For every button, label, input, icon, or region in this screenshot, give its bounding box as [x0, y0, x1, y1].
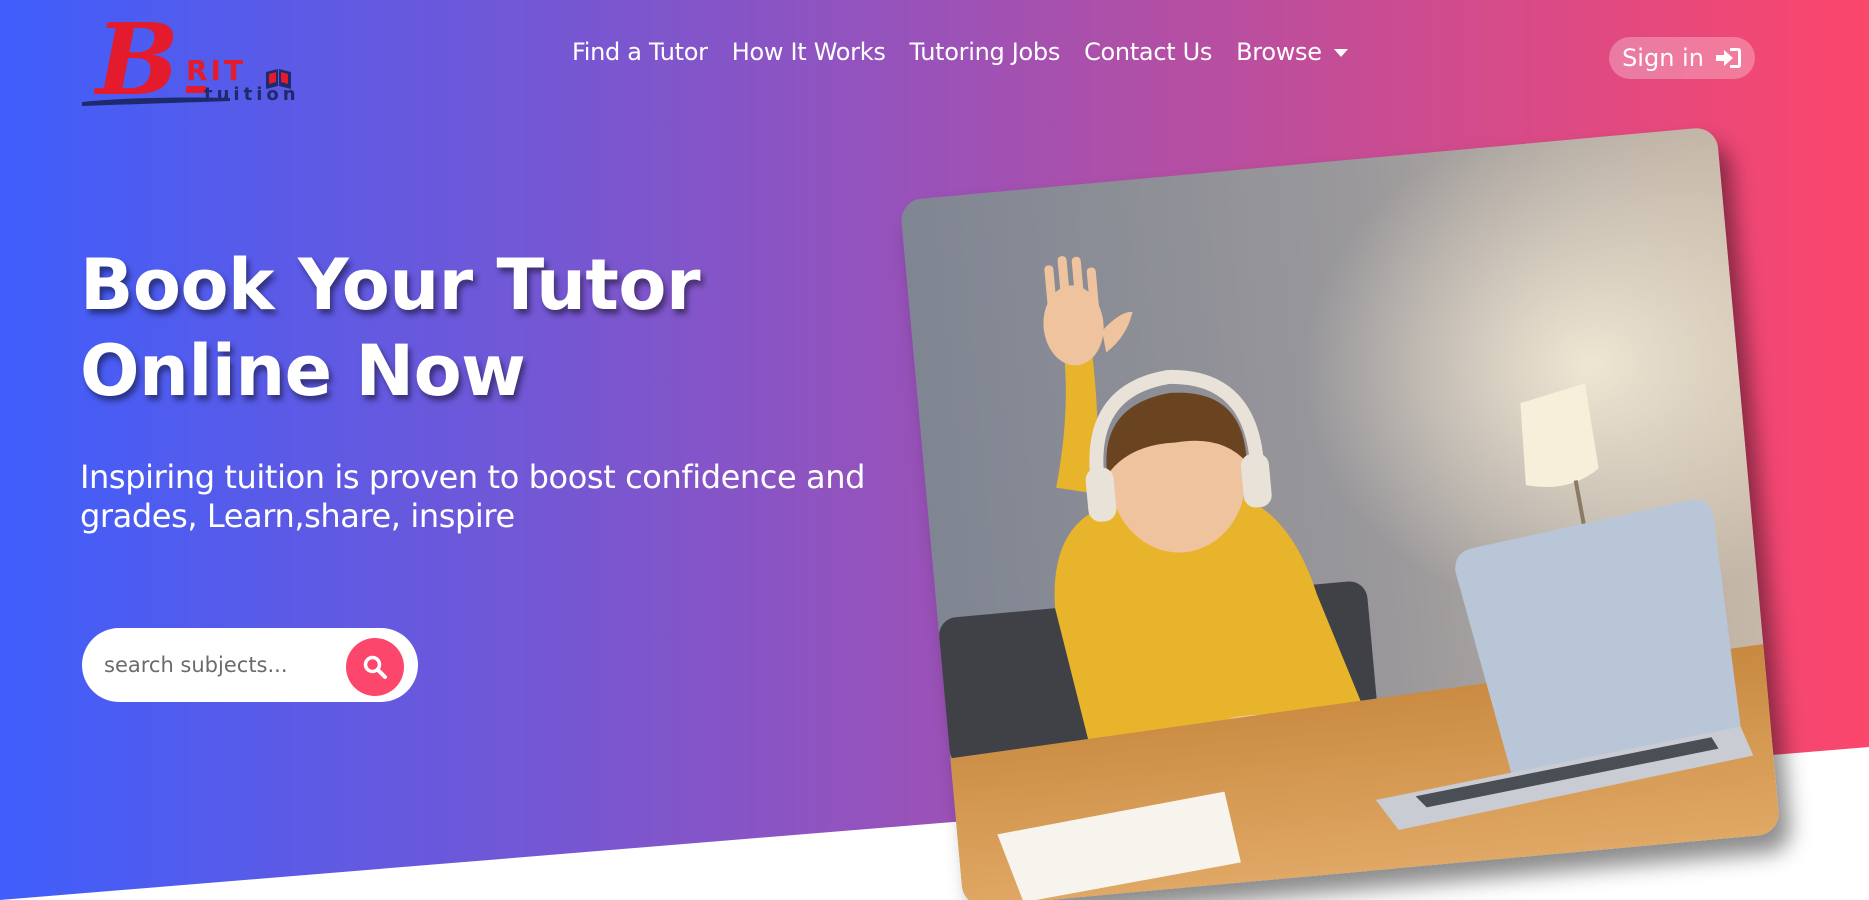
subject-search-form	[82, 628, 418, 702]
nav-link-find-a-tutor[interactable]: Find a Tutor	[572, 38, 708, 66]
main-nav: Find a Tutor How It Works Tutoring Jobs …	[560, 38, 1360, 66]
browse-label: Browse	[1236, 38, 1322, 66]
hero-headline: Book Your Tutor Online Now	[80, 244, 701, 412]
logo-graphic: B RIT tuition	[82, 10, 296, 106]
nav-link-contact-us[interactable]: Contact Us	[1084, 38, 1212, 66]
nav-item-tutoring-jobs: Tutoring Jobs	[898, 38, 1073, 66]
sign-in-button[interactable]: Sign in	[1609, 37, 1755, 79]
nav-item-how-it-works: How It Works	[720, 38, 898, 66]
sign-in-label: Sign in	[1622, 44, 1704, 72]
search-button[interactable]	[346, 638, 404, 696]
svg-text:B: B	[93, 10, 179, 106]
search-input[interactable]	[104, 653, 324, 677]
nav-link-tutoring-jobs[interactable]: Tutoring Jobs	[910, 38, 1061, 66]
sign-in-icon	[1715, 48, 1741, 68]
hero-subtitle: Inspiring tuition is proven to boost con…	[80, 458, 866, 535]
brand-logo[interactable]: B RIT tuition	[80, 10, 310, 106]
nav-item-contact-us: Contact Us	[1072, 38, 1224, 66]
navbar: B RIT tuition Find a Tutor How It Works …	[0, 0, 1869, 112]
nav-link-how-it-works[interactable]: How It Works	[732, 38, 886, 66]
browse-dropdown-toggle[interactable]: Browse	[1236, 38, 1348, 66]
search-icon	[363, 655, 387, 679]
svg-text:RIT: RIT	[186, 54, 246, 87]
caret-down-icon	[1333, 49, 1348, 57]
nav-item-browse: Browse	[1224, 38, 1360, 66]
nav-item-find-a-tutor: Find a Tutor	[560, 38, 720, 66]
child-laptop-illustration	[899, 126, 1781, 900]
hero-image	[899, 126, 1781, 900]
